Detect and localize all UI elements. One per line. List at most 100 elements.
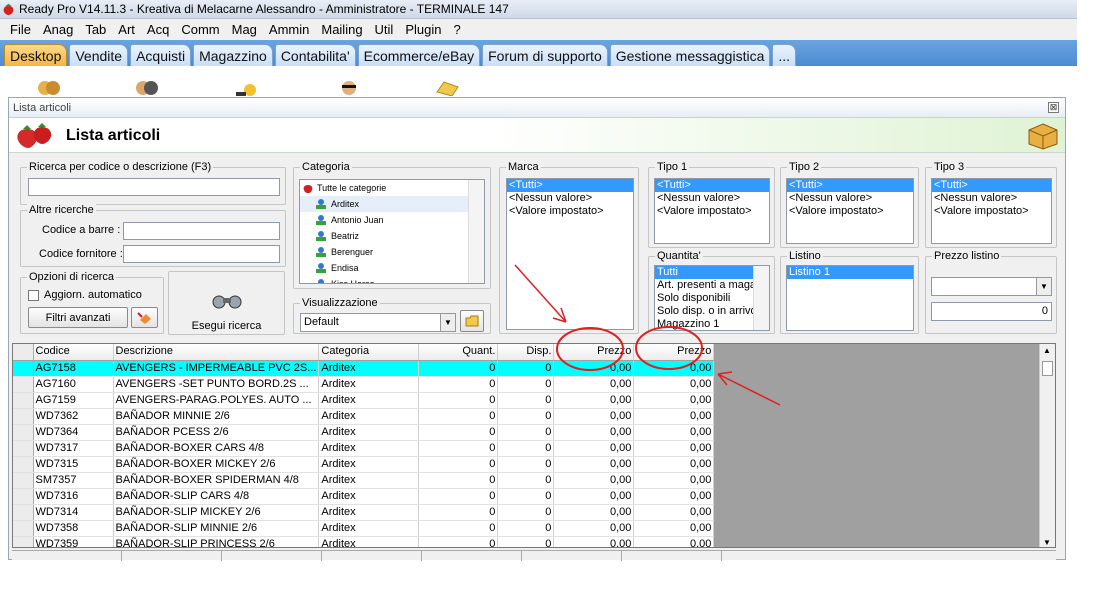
view-select[interactable]: Default ▼ [300,313,456,332]
table-row[interactable]: WD7316 BAÑADOR-SLIP CARS 4/8 Arditex 0 0 0,00… [13,488,715,505]
cell-categoria[interactable]: Arditex [318,536,420,547]
advanced-filters-button[interactable]: Filtri avanzati [28,307,128,328]
type2-item[interactable]: <Tutti> [787,179,913,192]
tab-magazzino[interactable]: Magazzino [193,44,273,66]
cell-quant[interactable]: 0 [418,536,499,547]
cell-prezzo-2[interactable]: 0,00 [633,520,715,537]
tab-vendite[interactable]: Vendite [69,44,129,66]
type2-item[interactable]: <Nessun valore> [787,192,913,205]
row-indicator[interactable] [13,504,34,521]
cell-quant[interactable]: 0 [418,456,499,473]
quantity-list[interactable]: Tutti Art. presenti a magaz Solo disponi… [654,265,770,331]
table-row[interactable]: WD7358 BAÑADOR-SLIP MINNIE 2/6 Arditex 0 0 0,… [13,520,715,537]
cell-disp[interactable]: 0 [497,440,555,457]
cell-prezzo-1[interactable]: 0,00 [553,440,635,457]
cell-disp[interactable]: 0 [497,360,555,377]
cell-prezzo-1[interactable]: 0,00 [553,424,635,441]
price-list-item[interactable]: Listino 1 [787,266,913,279]
table-row[interactable]: WD7314 BAÑADOR-SLIP MICKEY 2/6 Arditex 0 0 0,… [13,504,715,521]
row-indicator[interactable] [13,376,34,393]
cell-prezzo-1[interactable]: 0,00 [553,504,635,521]
table-row[interactable]: AG7160 AVENGERS -SET PUNTO BORD.2S ... Ard… [13,376,715,393]
tree-item-all[interactable]: Tutte le categorie [300,180,484,196]
cell-categoria[interactable]: Arditex [318,392,420,409]
users-icon[interactable] [134,78,160,96]
cell-codice[interactable]: WD7317 [33,440,114,457]
cell-quant[interactable]: 0 [418,520,499,537]
tab-more[interactable]: ... [772,44,797,66]
articles-grid[interactable]: Codice Descrizione Categoria Quant. Disp… [12,343,1056,548]
menu-plugin[interactable]: Plugin [399,22,447,37]
cell-disp[interactable]: 0 [497,488,555,505]
table-row[interactable]: SM7357 BAÑADOR-BOXER SPIDERMAN 4/8 Arditex… [13,472,715,489]
brand-item[interactable]: <Tutti> [507,179,633,192]
tab-contabilita[interactable]: Contabilita' [274,44,356,66]
col-codice[interactable]: Codice [33,344,114,361]
menu-file[interactable]: File [4,22,37,37]
cell-categoria[interactable]: Arditex [318,408,420,425]
cell-prezzo-2[interactable]: 0,00 [633,488,715,505]
tab-messaggistica[interactable]: Gestione messaggistica [609,44,771,66]
cell-prezzo-1[interactable]: 0,00 [553,376,635,393]
brand-item[interactable]: <Nessun valore> [507,192,633,205]
cell-quant[interactable]: 0 [418,360,499,377]
tree-item-endisa[interactable]: Endisa [300,260,484,276]
cell-disp[interactable]: 0 [497,408,555,425]
cell-prezzo-1[interactable]: 0,00 [553,520,635,537]
cell-descrizione[interactable]: BAÑADOR-SLIP MICKEY 2/6 [113,504,320,521]
cell-prezzo-1[interactable]: 0,00 [553,472,635,489]
cell-descrizione[interactable]: AVENGERS - IMPERMEABLE PVC 2S... [113,360,320,377]
type2-list[interactable]: <Tutti> <Nessun valore> <Valore impostat… [786,178,914,244]
cell-prezzo-2[interactable]: 0,00 [633,536,715,547]
cell-prezzo-2[interactable]: 0,00 [633,504,715,521]
supplier-code-input[interactable] [123,245,280,263]
cell-codice[interactable]: WD7358 [33,520,114,537]
category-tree[interactable]: Tutte le categorie Arditex Antonio Juan … [299,179,485,284]
cell-quant[interactable]: 0 [418,504,499,521]
cell-descrizione[interactable]: BAÑADOR-BOXER MICKEY 2/6 [113,456,320,473]
barcode-input[interactable] [123,222,280,240]
auto-update-checkbox[interactable] [28,290,39,301]
tree-item-beatriz[interactable]: Beatriz [300,228,484,244]
cell-codice[interactable]: WD7362 [33,408,114,425]
cell-categoria[interactable]: Arditex [318,472,420,489]
cell-disp[interactable]: 0 [497,520,555,537]
cell-disp[interactable]: 0 [497,456,555,473]
row-indicator[interactable] [13,392,34,409]
menu-acq[interactable]: Acq [141,22,175,37]
close-icon[interactable]: ⊠ [1048,102,1059,113]
type1-item[interactable]: <Tutti> [655,179,769,192]
cell-descrizione[interactable]: BAÑADOR-SLIP CARS 4/8 [113,488,320,505]
quantity-scrollbar[interactable] [753,266,769,330]
tab-forum[interactable]: Forum di supporto [482,44,608,66]
cell-quant[interactable]: 0 [418,440,499,457]
cell-descrizione[interactable]: BAÑADOR-BOXER CARS 4/8 [113,440,320,457]
menu-mailing[interactable]: Mailing [315,22,368,37]
row-indicator[interactable] [13,520,34,537]
menu-ammin[interactable]: Ammin [263,22,315,37]
cell-prezzo-1[interactable]: 0,00 [553,488,635,505]
cell-descrizione[interactable]: BAÑADOR-SLIP PRINCESS 2/6 [113,536,320,547]
agent-icon[interactable] [336,78,362,96]
col-quant[interactable]: Quant. [418,344,499,361]
menu-tab[interactable]: Tab [79,22,112,37]
price-value-input[interactable]: 0 [931,302,1052,321]
cell-descrizione[interactable]: BAÑADOR-SLIP MINNIE 2/6 [113,520,320,537]
cell-codice[interactable]: SM7357 [33,472,114,489]
cell-prezzo-1[interactable]: 0,00 [553,408,635,425]
cell-disp[interactable]: 0 [497,376,555,393]
cell-descrizione[interactable]: AVENGERS-PARAG.POLYES. AUTO ... [113,392,320,409]
cell-categoria[interactable]: Arditex [318,456,420,473]
cell-quant[interactable]: 0 [418,376,499,393]
grid-scrollbar[interactable]: ▲ ▼ [1039,344,1055,547]
cell-prezzo-1[interactable]: 0,00 [553,392,635,409]
col-categoria[interactable]: Categoria [318,344,420,361]
table-row[interactable]: AG7158 AVENGERS - IMPERMEABLE PVC 2S... Ar… [13,360,715,377]
table-row[interactable]: WD7317 BAÑADOR-BOXER CARS 4/8 Arditex 0 0 0,0… [13,440,715,457]
run-search-button[interactable]: Esegui ricerca [168,271,285,335]
menu-mag[interactable]: Mag [226,22,263,37]
cell-quant[interactable]: 0 [418,392,499,409]
cell-descrizione[interactable]: BAÑADOR PCESS 2/6 [113,424,320,441]
price-operator-select[interactable]: ▼ [931,277,1052,296]
tree-item-kiss-horse[interactable]: Kiss Horse [300,276,484,283]
